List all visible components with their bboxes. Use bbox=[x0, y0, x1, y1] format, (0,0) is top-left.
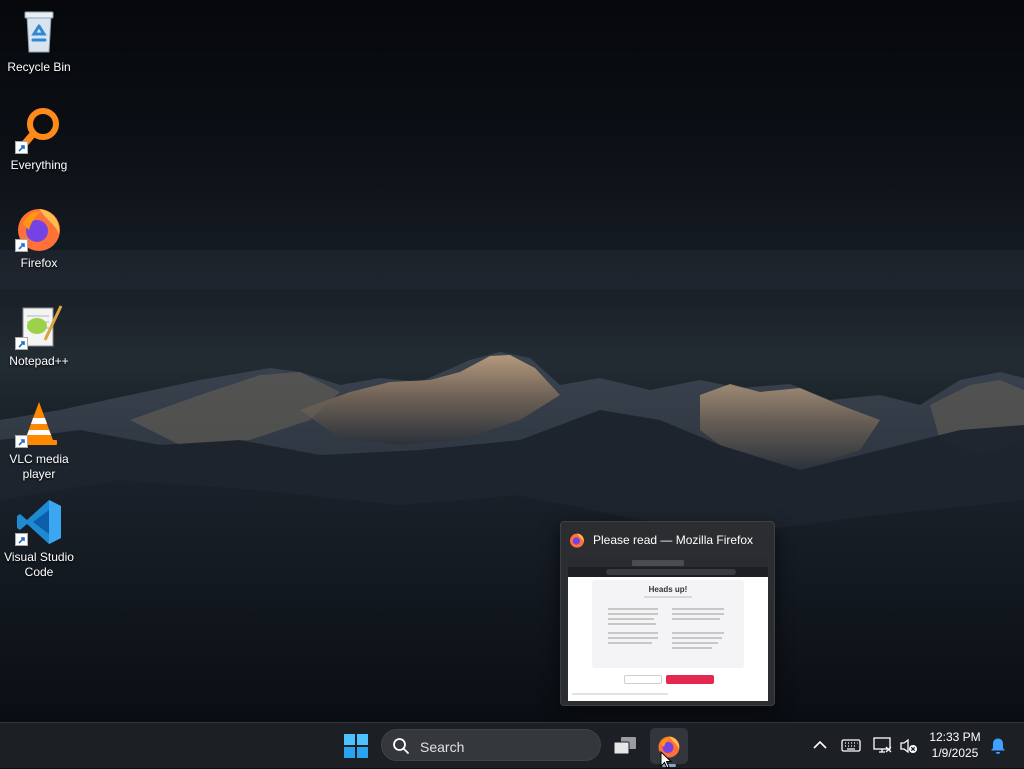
vlc-cone-icon bbox=[15, 400, 63, 448]
show-hidden-icons-button[interactable] bbox=[808, 732, 832, 758]
desktop-icon-recycle-bin[interactable]: Recycle Bin bbox=[1, 8, 77, 75]
taskbar-window-preview[interactable]: Please read — Mozilla Firefox Heads up! bbox=[560, 521, 775, 706]
shortcut-arrow-icon bbox=[15, 337, 28, 350]
desktop-icon-label: Everything bbox=[10, 158, 68, 172]
mountain-landscape bbox=[0, 250, 1024, 722]
everything-search-icon bbox=[15, 106, 63, 154]
taskbar: 12:33 PM 1/9/2025 bbox=[0, 722, 1024, 769]
thumb-text-line bbox=[672, 632, 724, 634]
firefox-icon bbox=[15, 204, 63, 252]
thumb-browser-toolbar bbox=[568, 558, 768, 577]
thumb-text-line bbox=[608, 618, 654, 620]
start-button[interactable] bbox=[338, 728, 374, 764]
bell-icon bbox=[991, 738, 1005, 754]
desktop-icon-firefox[interactable]: Firefox bbox=[1, 204, 77, 271]
taskbar-search-box[interactable] bbox=[381, 729, 601, 761]
thumb-heading: Heads up! bbox=[648, 585, 688, 594]
desktop-icon-label: Recycle Bin bbox=[7, 60, 71, 74]
clock-date: 1/9/2025 bbox=[931, 746, 979, 760]
preview-window-title: Please read — Mozilla Firefox bbox=[593, 533, 754, 547]
thumb-text-line bbox=[672, 613, 724, 615]
desktop-icon-label: Notepad++ bbox=[9, 354, 69, 368]
desktop-icon-everything[interactable]: Everything bbox=[1, 106, 77, 173]
windows-logo-icon bbox=[344, 734, 368, 758]
thumb-text-line bbox=[608, 637, 658, 639]
task-view-button[interactable] bbox=[606, 728, 644, 764]
thumb-footer-line bbox=[572, 693, 668, 695]
volume-muted-icon bbox=[900, 738, 917, 754]
taskbar-clock[interactable]: 12:33 PM 1/9/2025 bbox=[922, 729, 988, 761]
desktop-icon-vscode[interactable]: Visual Studio Code bbox=[1, 498, 77, 580]
shortcut-arrow-icon bbox=[15, 141, 28, 154]
vscode-icon bbox=[15, 498, 63, 546]
preview-thumbnail[interactable]: Heads up! bbox=[568, 558, 768, 701]
thumb-text-line bbox=[672, 647, 712, 649]
network-button[interactable] bbox=[870, 732, 894, 758]
desktop-icon-label: Firefox bbox=[20, 256, 58, 270]
thumb-secondary-button bbox=[624, 675, 662, 684]
desktop-icon-label: Visual Studio Code bbox=[4, 550, 74, 579]
clock-time: 12:33 PM bbox=[929, 730, 981, 744]
thumb-text-line bbox=[672, 642, 718, 644]
search-input[interactable] bbox=[418, 736, 592, 758]
thumb-url-bar bbox=[606, 569, 736, 575]
desktop-icon-notepad-plus-plus[interactable]: Notepad++ bbox=[1, 302, 77, 369]
thumb-active-tab bbox=[632, 560, 684, 566]
keyboard-icon bbox=[841, 739, 861, 752]
chevron-up-icon bbox=[813, 740, 827, 749]
shortcut-arrow-icon bbox=[15, 533, 28, 546]
thumb-text-line bbox=[608, 608, 658, 610]
thumb-text-line bbox=[608, 623, 656, 625]
shortcut-arrow-icon bbox=[15, 239, 28, 252]
recycle-bin-icon bbox=[15, 8, 63, 56]
task-view-icon bbox=[613, 737, 636, 755]
desktop-icon-vlc[interactable]: VLC media player bbox=[1, 400, 77, 482]
thumb-primary-button bbox=[666, 675, 714, 684]
thumb-text-line bbox=[672, 637, 722, 639]
thumb-text-line bbox=[644, 596, 692, 598]
desktop-icon-label: VLC media player bbox=[9, 452, 69, 481]
firefox-icon bbox=[570, 533, 584, 548]
mouse-cursor-icon bbox=[660, 751, 673, 769]
thumb-text-line bbox=[608, 632, 658, 634]
notepad-plus-plus-icon bbox=[15, 302, 63, 350]
input-indicator-button[interactable] bbox=[839, 732, 863, 758]
thumb-text-line bbox=[608, 642, 652, 644]
thumb-text-line bbox=[608, 613, 658, 615]
volume-button[interactable] bbox=[896, 732, 920, 758]
network-icon bbox=[873, 737, 892, 753]
desktop-wallpaper: Recycle Bin Everything Firefox Notepad++… bbox=[0, 0, 1024, 722]
notification-center-button[interactable] bbox=[986, 732, 1010, 758]
thumb-text-line bbox=[672, 608, 724, 610]
thumb-text-line bbox=[672, 618, 720, 620]
search-icon bbox=[393, 738, 409, 754]
shortcut-arrow-icon bbox=[15, 435, 28, 448]
